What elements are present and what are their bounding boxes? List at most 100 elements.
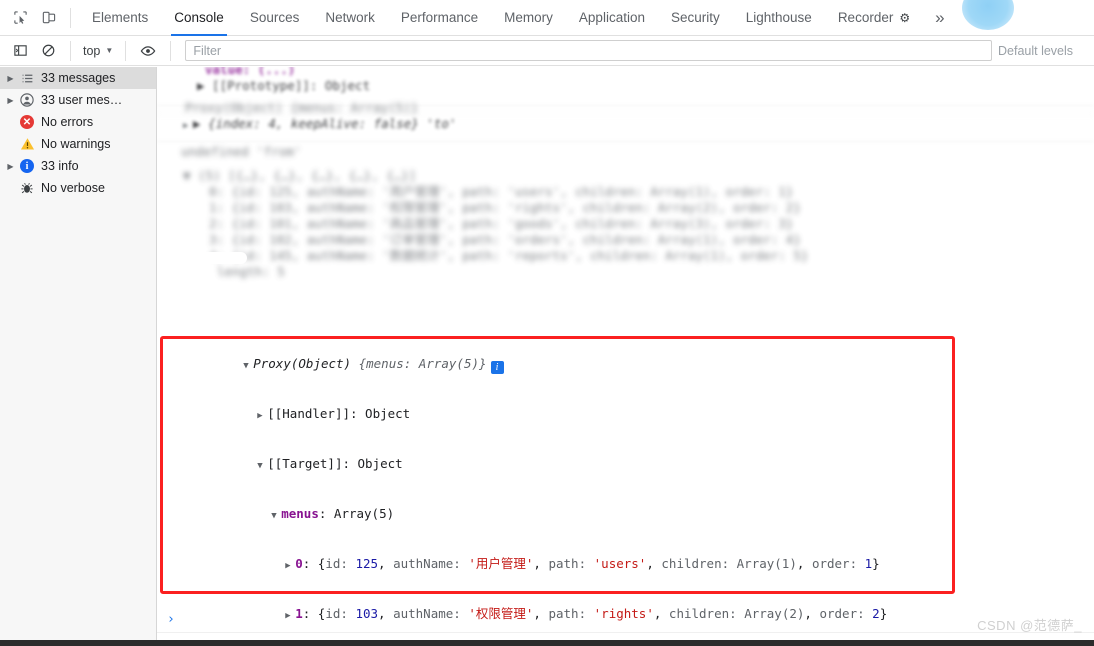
tab-label: Memory bbox=[504, 10, 553, 25]
proxy-preview: {menus: Array(5)} bbox=[358, 356, 487, 371]
toolbar-divider-3 bbox=[125, 40, 127, 61]
sidebar-item-user-messages[interactable]: ▶ 33 user mes… bbox=[0, 89, 156, 111]
device-toolbar-icon[interactable] bbox=[34, 4, 62, 32]
collapse-arrow-icon[interactable]: ▼ bbox=[271, 508, 281, 524]
toolbar-divider-4 bbox=[170, 40, 172, 61]
blurred-text: ▼ (5) [{…}, {…}, {…}, {…}, {…}] bbox=[183, 168, 417, 183]
proxy-object-block[interactable]: ▼ Proxy(Object) {menus: Array(5)} i ▶ [[Han… bbox=[183, 340, 895, 646]
expand-arrow-icon[interactable]: ▶ bbox=[183, 118, 193, 134]
console-message-blurred-3[interactable]: ▶ ▶ {index: 4, keepAlive: false} 'to' bbox=[157, 114, 1094, 142]
tab-application[interactable]: Application bbox=[566, 0, 658, 36]
menu-index: 0 bbox=[295, 556, 303, 571]
cursor-highlight bbox=[962, 0, 1014, 30]
console-filter-input[interactable]: Filter bbox=[185, 40, 992, 61]
clear-console-icon[interactable] bbox=[34, 37, 62, 65]
experiment-flask-icon: ⚙ bbox=[899, 10, 911, 25]
console-prompt[interactable]: › bbox=[157, 607, 1094, 633]
tab-label: Security bbox=[670, 10, 720, 25]
error-icon: ✕ bbox=[17, 115, 37, 129]
console-toolbar: top ▼ Filter Default levels bbox=[0, 36, 1094, 66]
sidebar-item-info[interactable]: ▶ i 33 info bbox=[0, 155, 156, 177]
collapse-arrow-icon[interactable]: ▼ bbox=[257, 458, 267, 474]
menus-key: menus bbox=[281, 506, 319, 521]
sidebar-item-verbose[interactable]: ▶ No verbose bbox=[0, 177, 156, 199]
toolbar-divider-2 bbox=[70, 40, 71, 61]
redaction-smudge-2 bbox=[187, 252, 247, 264]
tab-sources[interactable]: Sources bbox=[237, 0, 313, 36]
chevron-right-icon[interactable]: ▶ bbox=[4, 74, 17, 83]
key-id: id: bbox=[325, 556, 348, 571]
more-tabs-button[interactable]: » bbox=[923, 8, 956, 28]
blurred-text: ▶ [[Prototype]]: Object bbox=[197, 78, 371, 93]
bug-icon bbox=[17, 181, 37, 195]
redaction-smudge-1 bbox=[157, 312, 217, 328]
blurred-text: length: 5 bbox=[217, 264, 285, 279]
sidebar-item-label: No verbose bbox=[41, 181, 105, 195]
menus-row[interactable]: ▼ menus: Array(5) bbox=[183, 490, 895, 540]
menu-children: Array(1) bbox=[736, 556, 797, 571]
blurred-text: 2: {id: 101, authName: '商品管理', path: 'go… bbox=[209, 216, 794, 231]
menu-entry-row[interactable]: ▶ 0: {id: 125, authName: '用户管理', path: 'u… bbox=[183, 540, 895, 590]
blurred-text: undefined 'from' bbox=[181, 144, 302, 159]
key-path: path: bbox=[548, 556, 587, 571]
sidebar-item-label: No errors bbox=[41, 115, 94, 129]
info-badge-icon[interactable]: i bbox=[490, 361, 504, 374]
console-message-blurred-array[interactable]: ▼ (5) [{…}, {…}, {…}, {…}, {…}] 0: {id: … bbox=[157, 166, 1094, 316]
target-label: [[Target]]: Object bbox=[267, 456, 403, 471]
tab-label: Performance bbox=[400, 10, 479, 25]
sidebar-item-label: 33 messages bbox=[41, 71, 116, 85]
collapse-arrow-icon[interactable]: ▼ bbox=[243, 358, 253, 374]
log-levels-selector[interactable]: Default levels bbox=[998, 44, 1094, 58]
chevron-right-icon[interactable]: ▶ bbox=[4, 162, 17, 171]
tab-label: Sources bbox=[249, 10, 300, 25]
key-children: children: bbox=[661, 556, 730, 571]
console-output[interactable]: value: (...) ▶ [[Prototype]]: Object Pro… bbox=[157, 67, 1094, 646]
toolbar-divider bbox=[70, 7, 71, 28]
tab-performance[interactable]: Performance bbox=[388, 0, 491, 36]
live-expression-icon[interactable] bbox=[134, 37, 162, 65]
log-levels-value: Default levels bbox=[998, 43, 1074, 58]
tab-network[interactable]: Network bbox=[312, 0, 388, 36]
chevron-down-icon: ▼ bbox=[105, 46, 114, 55]
expand-arrow-icon[interactable]: ▶ bbox=[285, 558, 295, 574]
blurred-text: 1: {id: 103, authName: '权限管理', path: 'ri… bbox=[209, 200, 801, 215]
sidebar-item-label: 33 info bbox=[41, 159, 79, 173]
sidebar-item-warnings[interactable]: ▶ No warnings bbox=[0, 133, 156, 155]
devtools-tabbar: Elements Console Sources Network Perform… bbox=[0, 0, 1094, 36]
chevron-right-icon[interactable]: ▶ bbox=[4, 96, 17, 105]
tab-memory[interactable]: Memory bbox=[491, 0, 566, 36]
tab-label: Elements bbox=[92, 10, 149, 25]
tab-elements[interactable]: Elements bbox=[79, 0, 161, 36]
prompt-glyph: › bbox=[167, 612, 175, 627]
execution-context-value: top bbox=[83, 43, 101, 58]
blurred-text: 0: {id: 125, authName: '用户管理', path: 'us… bbox=[209, 184, 794, 199]
show-console-sidebar-icon[interactable] bbox=[6, 37, 34, 65]
inspect-element-icon[interactable] bbox=[6, 4, 34, 32]
window-bottom-bar bbox=[0, 640, 1094, 646]
console-message-blurred-4[interactable]: undefined 'from' bbox=[157, 142, 1094, 166]
tab-label: Recorder bbox=[837, 10, 894, 25]
proxy-handler-row[interactable]: ▶ [[Handler]]: Object bbox=[183, 390, 895, 440]
menus-value: Array(5) bbox=[333, 506, 395, 521]
execution-context-selector[interactable]: top ▼ bbox=[79, 40, 117, 62]
list-icon bbox=[17, 72, 37, 85]
sidebar-item-errors[interactable]: ▶ ✕ No errors bbox=[0, 111, 156, 133]
watermark: CSDN @范德萨_ bbox=[977, 618, 1082, 633]
sidebar-item-label: 33 user mes… bbox=[41, 93, 123, 107]
proxy-target-row[interactable]: ▼ [[Target]]: Object bbox=[183, 440, 895, 490]
info-icon: i bbox=[17, 159, 37, 173]
menu-id: 125 bbox=[355, 556, 379, 571]
tab-recorder[interactable]: Recorder ⚙ bbox=[825, 0, 923, 36]
handler-label: [[Handler]]: Object bbox=[267, 406, 411, 421]
expand-arrow-icon[interactable]: ▶ bbox=[257, 408, 267, 424]
console-message-blurred-2[interactable]: Proxy(Object) {menus: Array(5)} bbox=[157, 100, 1094, 115]
blurred-text: value: (...) bbox=[205, 67, 296, 77]
tab-security[interactable]: Security bbox=[658, 0, 733, 36]
proxy-header-row[interactable]: ▼ Proxy(Object) {menus: Array(5)} i bbox=[183, 340, 895, 390]
tab-label: Application bbox=[578, 10, 645, 25]
proxy-label: Proxy(Object) bbox=[253, 356, 352, 371]
blurred-text: Proxy(Object) {menus: Array(5)} bbox=[185, 100, 419, 115]
tab-console[interactable]: Console bbox=[161, 0, 237, 36]
sidebar-item-messages[interactable]: ▶ 33 messages bbox=[0, 67, 156, 89]
tab-lighthouse[interactable]: Lighthouse bbox=[733, 0, 825, 36]
